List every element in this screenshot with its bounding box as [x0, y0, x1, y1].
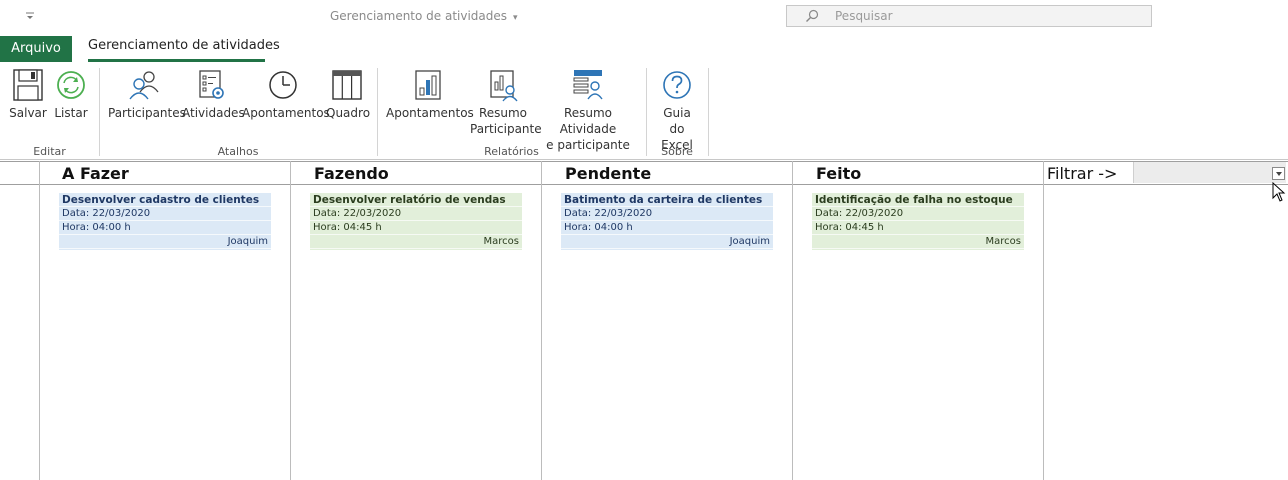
column-title-fazendo: Fazendo — [314, 164, 389, 183]
card-person: Marcos — [310, 235, 522, 249]
resumo-atividade-label-1: Resumo Atividade — [559, 106, 617, 136]
card-time: Hora: 04:45 h — [310, 221, 522, 235]
group-label-editar: Editar — [33, 145, 66, 158]
column-title-feito: Feito — [816, 164, 862, 183]
mouse-cursor-icon — [1272, 182, 1286, 202]
resumo-participante-label-1: Resumo — [478, 106, 528, 120]
activity-card-fazendo[interactable]: Desenvolver relatório de vendas Data: 22… — [310, 193, 522, 250]
activity-person-report-icon — [573, 70, 603, 100]
salvar-button[interactable]: Salvar — [8, 68, 48, 121]
tab-gerenciamento[interactable]: Gerenciamento de atividades — [88, 38, 280, 53]
column-divider — [792, 161, 793, 480]
quick-access-dropdown-icon[interactable] — [24, 10, 36, 22]
card-date: Data: 22/03/2020 — [812, 207, 1024, 221]
card-person: Joaquim — [59, 235, 271, 249]
ribbon: Salvar Listar Editar Participantes Ativi… — [0, 62, 1288, 160]
participantes-button[interactable]: Participantes — [108, 68, 186, 121]
activity-board: A Fazer Fazendo Pendente Feito Filtrar -… — [0, 161, 1288, 480]
card-date: Data: 22/03/2020 — [59, 207, 271, 221]
card-title: Desenvolver cadastro de clientes — [59, 193, 271, 207]
atividades-label: Atividades — [182, 106, 245, 120]
relatorio-apontamentos-label: Apontamentos — [386, 106, 474, 120]
quadro-button[interactable]: Quadro — [326, 68, 371, 121]
card-person: Marcos — [812, 235, 1024, 249]
group-separator — [99, 68, 100, 156]
search-box[interactable] — [786, 5, 1152, 27]
search-input[interactable] — [835, 8, 1135, 24]
resumo-atividade-participante-button[interactable]: Resumo Atividade e participante — [538, 68, 638, 153]
tab-arquivo[interactable]: Arquivo — [0, 36, 72, 62]
ribbon-border — [0, 159, 1288, 160]
column-title-pendente: Pendente — [565, 164, 652, 183]
column-divider — [290, 161, 291, 480]
person-report-icon — [490, 70, 518, 102]
help-icon — [663, 71, 691, 99]
guia-label-1: Guia do — [663, 106, 691, 136]
document-title-text: Gerenciamento de atividades — [330, 9, 508, 23]
activity-card-pendente[interactable]: Batimento da carteira de clientes Data: … — [561, 193, 773, 250]
resumo-participante-label-2: Participante — [470, 122, 542, 136]
filter-dropdown[interactable] — [1133, 162, 1286, 183]
card-time: Hora: 04:00 h — [59, 221, 271, 235]
card-time: Hora: 04:00 h — [561, 221, 773, 235]
task-list-settings-icon — [199, 70, 224, 99]
quadro-label: Quadro — [326, 106, 371, 120]
bar-chart-report-icon — [415, 70, 441, 100]
activity-card-feito[interactable]: Identificação de falha no estoque Data: … — [812, 193, 1024, 250]
listar-button[interactable]: Listar — [52, 68, 90, 121]
group-label-sobre: Sobre — [661, 145, 693, 158]
apontamentos-button[interactable]: Apontamentos — [242, 68, 330, 121]
group-separator — [708, 68, 709, 156]
group-label-relatorios: Relatórios — [484, 145, 539, 158]
column-divider — [541, 161, 542, 480]
card-date: Data: 22/03/2020 — [561, 207, 773, 221]
relatorio-apontamentos-button[interactable]: Apontamentos — [386, 68, 474, 121]
card-person: Joaquim — [561, 235, 773, 249]
group-separator — [377, 68, 378, 156]
column-divider — [1043, 161, 1044, 480]
clock-icon — [269, 71, 297, 99]
card-title: Batimento da carteira de clientes — [561, 193, 773, 207]
dropdown-arrow-icon[interactable] — [1272, 167, 1285, 180]
card-date: Data: 22/03/2020 — [310, 207, 522, 221]
group-label-atalhos: Atalhos — [217, 145, 259, 158]
guia-do-excel-button[interactable]: Guia do Excel — [654, 68, 700, 153]
board-columns-icon — [332, 70, 362, 100]
card-title: Identificação de falha no estoque — [812, 193, 1024, 207]
group-separator — [646, 68, 647, 156]
people-icon — [129, 71, 159, 100]
activity-card-a-fazer[interactable]: Desenvolver cadastro de clientes Data: 2… — [59, 193, 271, 250]
listar-label: Listar — [54, 106, 88, 120]
card-title: Desenvolver relatório de vendas — [310, 193, 522, 207]
save-icon — [13, 69, 43, 101]
ribbon-tabs: Arquivo Gerenciamento de atividades — [0, 34, 1288, 62]
column-divider — [39, 161, 40, 480]
chevron-down-icon: ▾ — [513, 13, 518, 23]
participantes-label: Participantes — [108, 106, 186, 120]
search-icon — [806, 9, 819, 22]
salvar-label: Salvar — [9, 106, 47, 120]
apontamentos-label: Apontamentos — [242, 106, 330, 120]
resumo-participante-button[interactable]: Resumo Participante — [470, 68, 542, 137]
document-title[interactable]: Gerenciamento de atividades ▾ — [330, 9, 518, 23]
title-bar: Gerenciamento de atividades ▾ — [0, 0, 1288, 34]
atividades-button[interactable]: Atividades — [182, 68, 245, 121]
refresh-icon — [57, 71, 85, 99]
column-title-a-fazer: A Fazer — [62, 164, 129, 183]
filter-label: Filtrar -> — [1047, 164, 1118, 183]
card-time: Hora: 04:45 h — [812, 221, 1024, 235]
